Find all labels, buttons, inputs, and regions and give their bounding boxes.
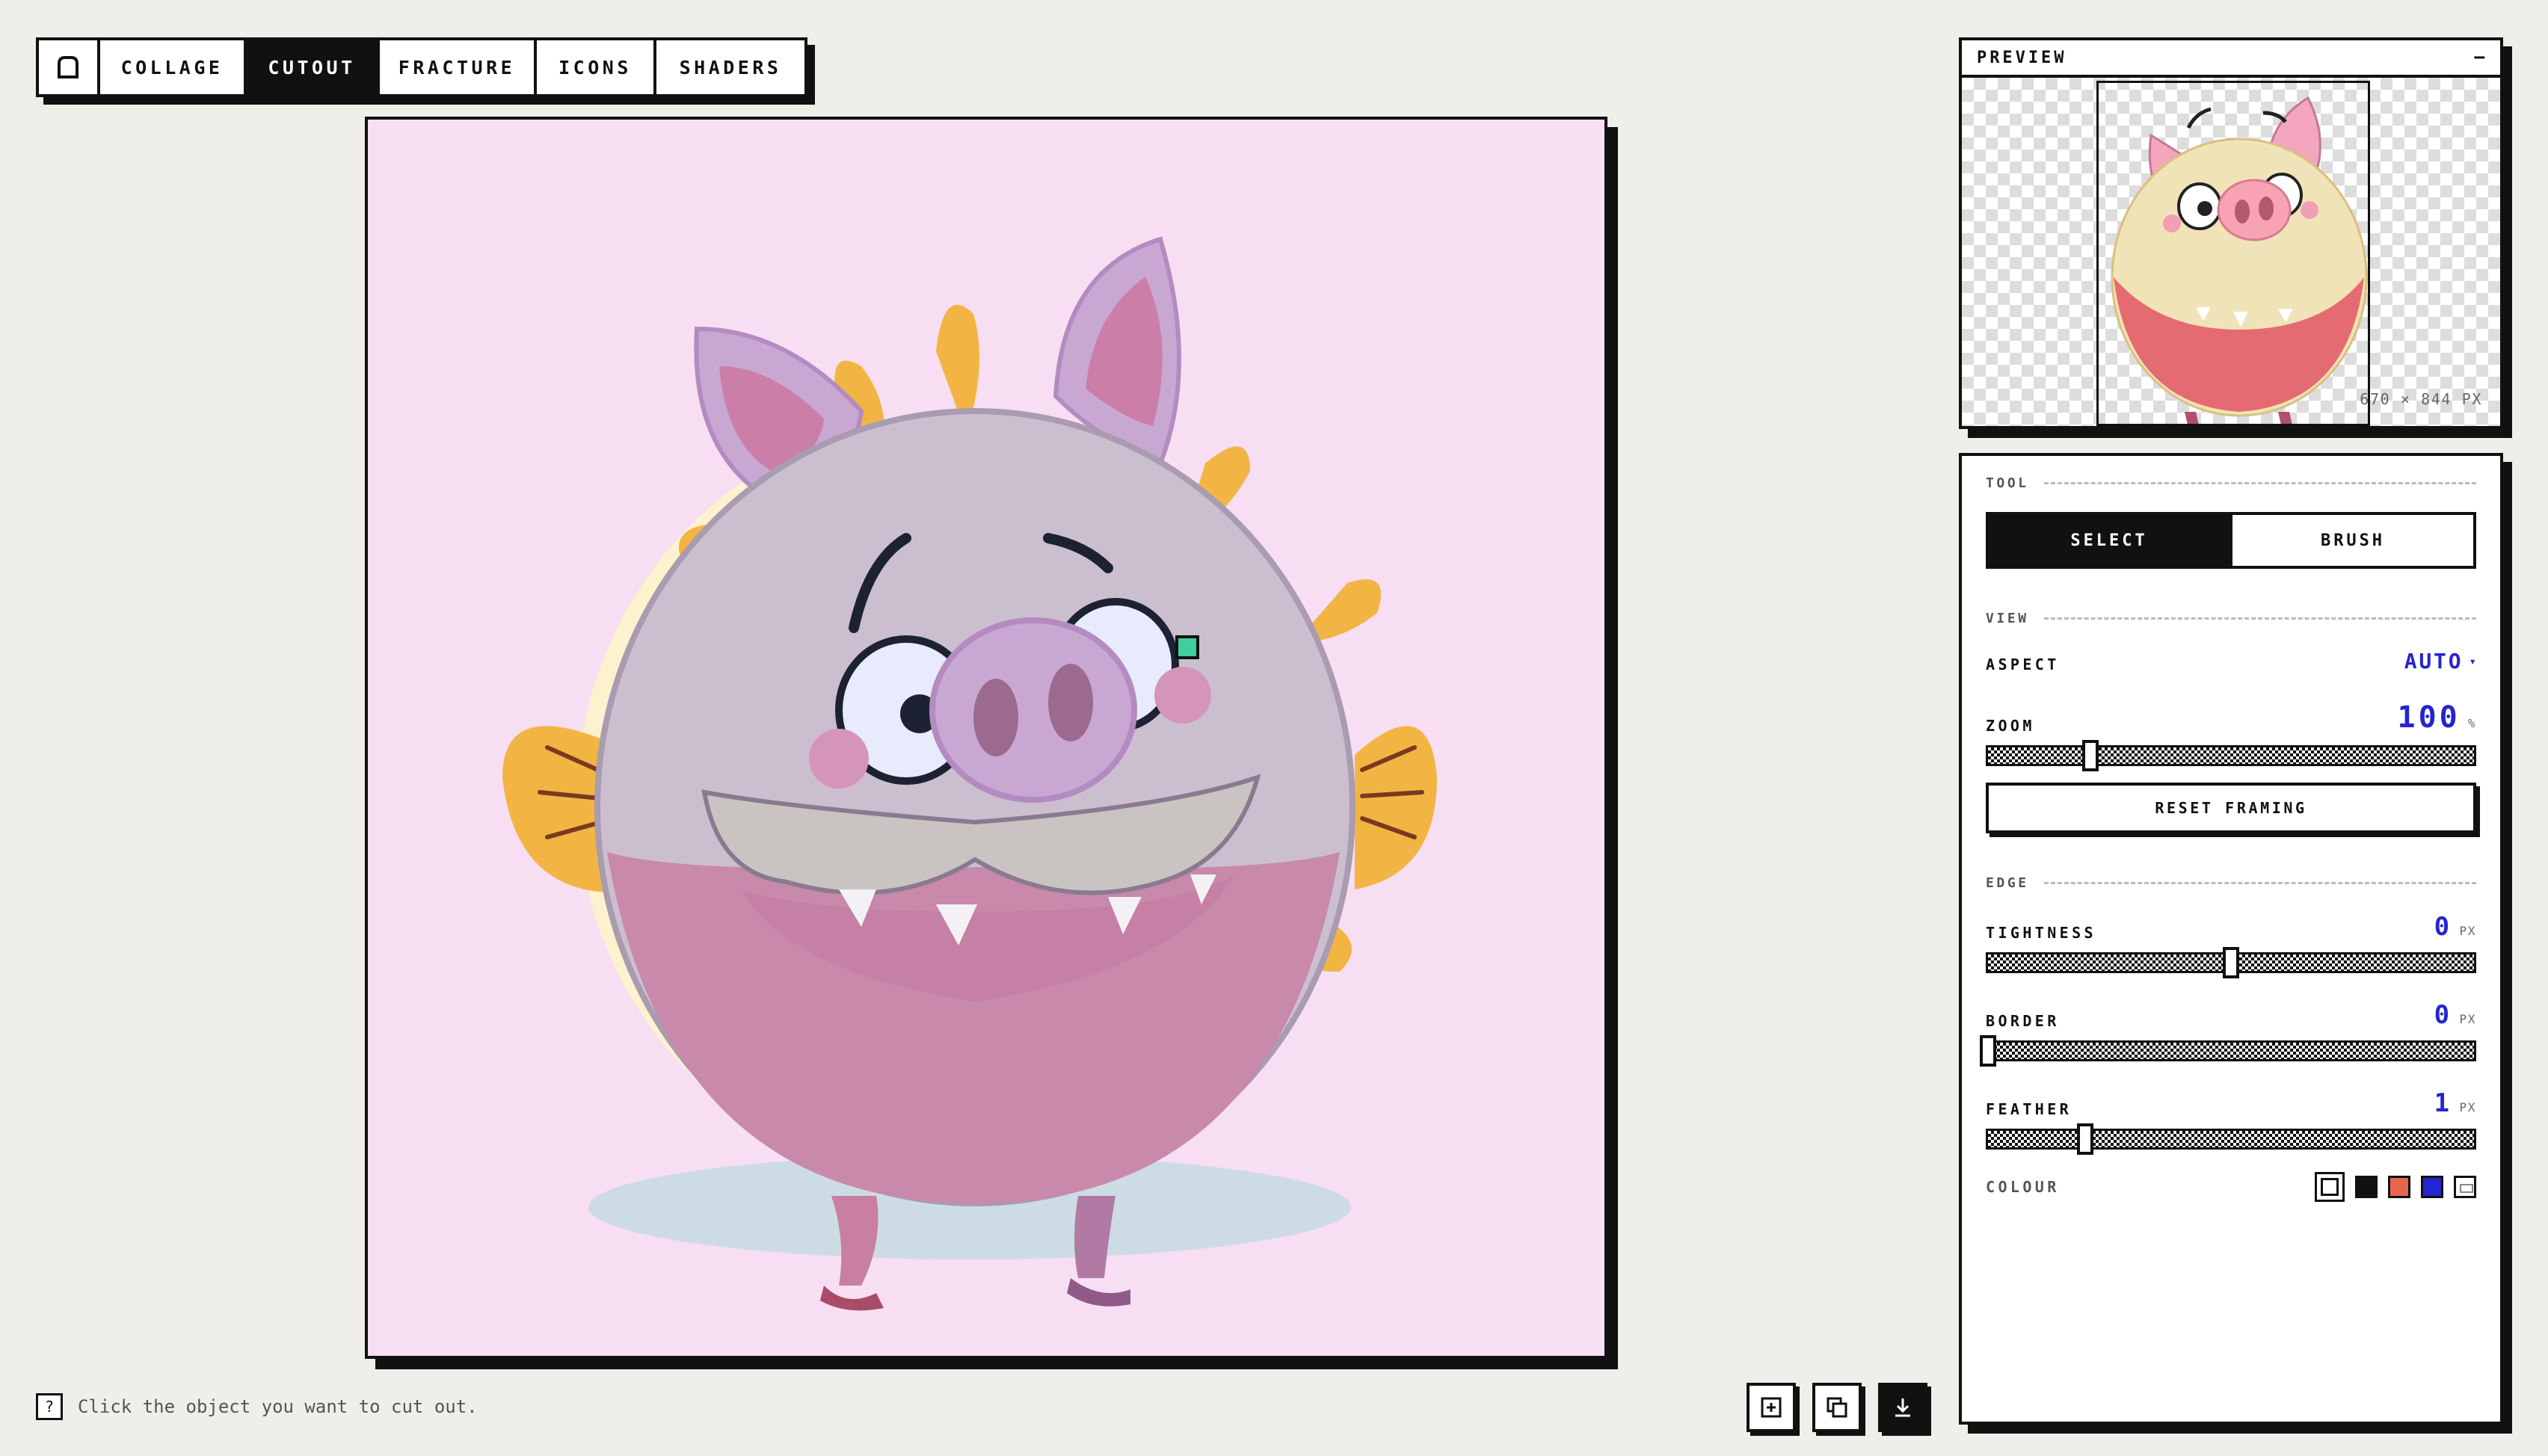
tool-section-label: TOOL — [1986, 475, 2476, 491]
custom-colour-icon[interactable] — [2454, 1176, 2476, 1198]
zoom-slider[interactable] — [1986, 740, 2476, 771]
tightness-unit: PX — [2459, 924, 2476, 938]
tightness-slider[interactable] — [1986, 947, 2476, 978]
mode-tabs: COLLAGE CUTOUT FRACTURE ICONS SHADERS — [36, 37, 815, 105]
border-value: 0 — [2434, 1000, 2452, 1030]
download-icon — [1895, 1398, 1910, 1417]
preview-title: PREVIEW — [1977, 48, 2067, 67]
zoom-label: ZOOM — [1986, 717, 2035, 735]
tab-shaders[interactable]: SHADERS — [653, 37, 807, 97]
brush-tool-button[interactable]: BRUSH — [2230, 515, 2473, 566]
view-section-label: VIEW — [1986, 611, 2476, 626]
border-row: BORDER 0 PX — [1986, 1000, 2476, 1030]
aspect-row: ASPECT AUTO ▾ — [1986, 649, 2476, 673]
download-button[interactable] — [1878, 1383, 1927, 1432]
feather-label: FEATHER — [1986, 1100, 2072, 1118]
feather-unit: PX — [2459, 1100, 2476, 1114]
zoom-row: ZOOM 100% — [1986, 700, 2476, 735]
tab-icons[interactable]: ICONS — [534, 37, 656, 97]
zoom-slider-thumb[interactable] — [2081, 740, 2099, 771]
swatch-blue[interactable] — [2421, 1176, 2443, 1198]
border-unit: PX — [2459, 1012, 2476, 1026]
tool-section-title: TOOL — [1986, 475, 2029, 491]
tab-cutout[interactable]: CUTOUT — [244, 37, 380, 97]
tab-fracture[interactable]: FRACTURE — [377, 37, 537, 97]
aspect-value: AUTO — [2404, 649, 2464, 673]
home-icon — [58, 56, 79, 78]
colour-swatches — [2315, 1172, 2476, 1202]
help-icon[interactable]: ? — [36, 1393, 63, 1420]
home-button[interactable] — [36, 37, 100, 97]
border-slider[interactable] — [1980, 1035, 2476, 1067]
hint-bar: ? Click the object you want to cut out. — [36, 1393, 478, 1420]
aspect-dropdown[interactable]: AUTO ▾ — [2404, 649, 2476, 673]
copy-icon — [1827, 1397, 1847, 1418]
edge-section-label: EDGE — [1986, 875, 2476, 891]
tightness-row: TIGHTNESS 0 PX — [1986, 912, 2476, 942]
view-section-title: VIEW — [1986, 611, 2029, 626]
border-label: BORDER — [1986, 1012, 2060, 1030]
image-dimensions: 670 × 844 PX — [2360, 390, 2482, 408]
border-slider-thumb[interactable] — [1980, 1035, 1996, 1067]
swatch-white — [2321, 1178, 2339, 1196]
tab-collage[interactable]: COLLAGE — [97, 37, 247, 97]
tightness-label: TIGHTNESS — [1986, 924, 2096, 942]
add-square-icon — [1761, 1397, 1782, 1418]
zoom-value: 100 — [2397, 700, 2461, 735]
swatch-coral[interactable] — [2388, 1176, 2410, 1198]
feather-value: 1 — [2434, 1088, 2452, 1118]
zoom-unit: % — [2467, 716, 2476, 730]
select-tool-button[interactable]: SELECT — [1989, 515, 2230, 566]
preview-header: PREVIEW − — [1962, 40, 2500, 78]
swatch-black[interactable] — [2355, 1176, 2378, 1198]
colour-row: COLOUR — [1986, 1172, 2476, 1202]
pig-pufferfish-image — [502, 236, 1437, 1311]
aspect-label: ASPECT — [1986, 655, 2060, 673]
tightness-slider-thumb[interactable] — [2223, 947, 2239, 978]
colour-label: COLOUR — [1986, 1178, 2060, 1196]
cutout-canvas[interactable] — [365, 117, 1607, 1359]
hint-text: Click the object you want to cut out. — [78, 1396, 478, 1417]
feather-slider[interactable] — [1986, 1123, 2476, 1155]
tool-toggle: SELECT BRUSH — [1986, 512, 2476, 569]
chevron-down-icon: ▾ — [2469, 654, 2476, 668]
swatch-white-selected[interactable] — [2315, 1172, 2345, 1202]
preview-thumbnail — [2096, 81, 2370, 426]
collapse-button[interactable]: − — [2473, 46, 2485, 69]
preview-panel: PREVIEW − 670 × 844 PX — [1959, 37, 2503, 429]
feather-slider-thumb[interactable] — [2077, 1123, 2093, 1155]
reset-framing-button[interactable]: RESET FRAMING — [1986, 783, 2476, 833]
feather-row: FEATHER 1 PX — [1986, 1088, 2476, 1118]
edge-section-title: EDGE — [1986, 875, 2029, 891]
controls-panel: TOOL SELECT BRUSH VIEW ASPECT AUTO ▾ ZOO… — [1959, 453, 2503, 1425]
add-to-canvas-button[interactable] — [1747, 1383, 1796, 1432]
tightness-value: 0 — [2434, 912, 2452, 942]
pig-cutout-preview — [2111, 96, 2368, 424]
copy-button[interactable] — [1812, 1383, 1862, 1432]
